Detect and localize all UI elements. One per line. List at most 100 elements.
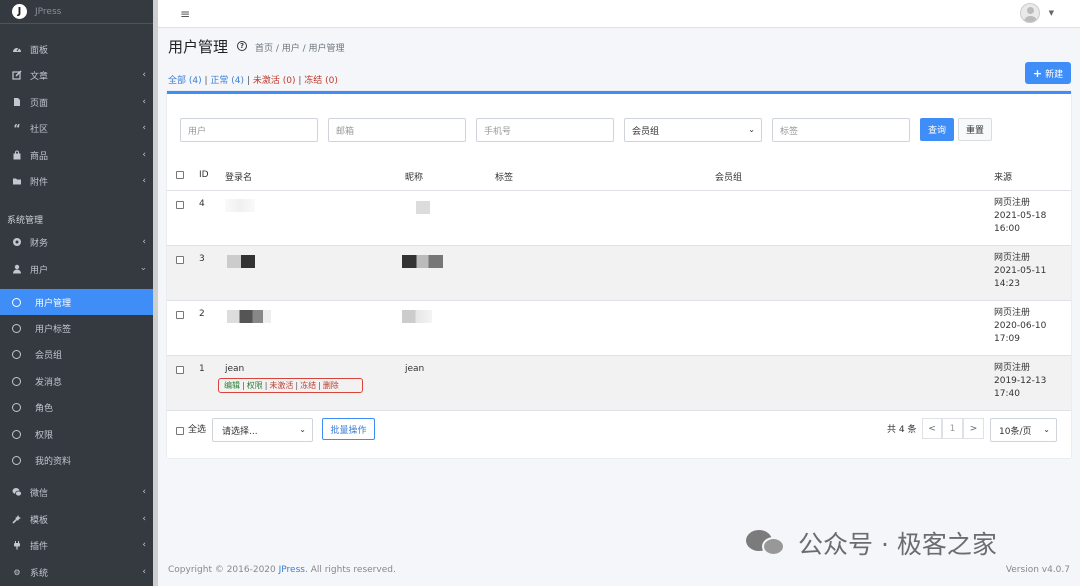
column-header-login: 登录名	[225, 173, 253, 183]
row-id: 1	[199, 364, 205, 374]
current-page-button[interactable]: 1	[942, 418, 963, 439]
circle-icon	[12, 455, 21, 465]
chevron-left-icon: ‹	[142, 567, 146, 577]
member-group-select[interactable]: 会员组 ⌄	[624, 118, 762, 142]
select-all-checkbox-header[interactable]	[176, 171, 184, 179]
page-size-value: 10条/页	[999, 426, 1032, 437]
tag-search-input[interactable]: 标签	[772, 118, 910, 142]
next-page-button[interactable]: >	[963, 418, 984, 439]
page-size-select[interactable]: 10条/页 ⌄	[990, 418, 1057, 442]
filter-inactive[interactable]: 未激活 (0)	[253, 76, 296, 86]
watermark: 公众号 · 极客之家	[746, 525, 997, 561]
sidebar-item-label: 文章	[30, 71, 49, 82]
deactivate-link[interactable]: 未激活	[269, 380, 293, 391]
row-id: 2	[199, 309, 205, 319]
source-time: 17:09	[994, 334, 1020, 344]
row-checkbox[interactable]	[176, 366, 184, 374]
sidebar-item-wechat[interactable]: 微信 ‹	[0, 479, 153, 505]
version-label: Version v4.0.7	[1005, 565, 1070, 575]
edit-link[interactable]: 编辑	[224, 380, 240, 391]
row-checkbox[interactable]	[176, 201, 184, 209]
sidebar-item-finance[interactable]: 财务 ‹	[0, 229, 153, 255]
caret-down-icon[interactable]: ▼	[1049, 9, 1054, 17]
brand-name: JPress	[35, 6, 62, 17]
sidebar-scrollbar[interactable]	[153, 0, 158, 586]
user-table-card: 用户 邮箱 手机号 会员组 ⌄ 标签 查询 重置 ID 登录名 昵称 标签 会员组…	[167, 91, 1071, 458]
row-checkbox[interactable]	[176, 311, 184, 319]
sidebar-subitem-permissions[interactable]: 权限	[0, 421, 153, 447]
filter-normal[interactable]: 正常 (4)	[210, 76, 244, 86]
template-icon	[12, 514, 22, 524]
filter-all[interactable]: 全部 (4)	[168, 76, 202, 86]
bulk-action-button[interactable]: 批量操作	[322, 418, 375, 440]
quote-icon: “	[13, 121, 21, 135]
bulk-action-select[interactable]: 请选择... ⌄	[212, 418, 313, 442]
sidebar-item-label: 插件	[30, 541, 49, 552]
status-filters: 全部 (4) | 正常 (4) | 未激活 (0) | 冻结 (0)	[168, 73, 338, 86]
hamburger-icon[interactable]: ≡	[180, 7, 190, 21]
sidebar-item-dashboard[interactable]: 面板	[0, 36, 153, 62]
user-search-input[interactable]: 用户	[180, 118, 318, 142]
chevron-down-icon: ‹	[139, 267, 150, 271]
table-row: 1 jean jean 编辑 | 权限 | 未激活 | 冻结 | 删除 网页注册…	[167, 355, 1071, 410]
sidebar-item-label: 会员组	[35, 350, 63, 361]
row-source: 网页注册 2019-12-13 17:40	[994, 362, 1046, 401]
permission-link[interactable]: 权限	[247, 380, 263, 391]
row-checkbox[interactable]	[176, 256, 184, 264]
sidebar-item-plugins[interactable]: 插件 ‹	[0, 532, 153, 558]
sidebar-item-label: 权限	[35, 430, 54, 441]
copyright-brand-link[interactable]: JPress	[279, 565, 305, 575]
sidebar-subitem-member-groups[interactable]: 会员组	[0, 341, 153, 367]
filter-frozen[interactable]: 冻结 (0)	[304, 76, 338, 86]
sidebar-item-users[interactable]: 用户 ‹	[0, 256, 153, 282]
prev-page-button[interactable]: <	[922, 418, 942, 439]
row-id: 4	[199, 199, 205, 209]
select-all-checkbox[interactable]	[176, 427, 184, 435]
column-header-group: 会员组	[715, 173, 743, 183]
email-placeholder: 邮箱	[336, 126, 355, 137]
sidebar-subitem-user-management[interactable]: 用户管理	[0, 289, 153, 315]
chevron-left-icon: ‹	[142, 540, 146, 550]
delete-link[interactable]: 删除	[323, 380, 339, 391]
query-button[interactable]: 查询	[920, 118, 954, 141]
sidebar-item-label: 社区	[30, 124, 49, 135]
sidebar-subitem-my-profile[interactable]: 我的资料	[0, 447, 153, 473]
sidebar-item-products[interactable]: 商品 ‹	[0, 142, 153, 168]
total-count: 共 4 条	[887, 425, 917, 435]
sidebar-subitem-roles[interactable]: 角色	[0, 394, 153, 420]
row-id: 3	[199, 254, 205, 264]
avatar-icon[interactable]	[1020, 3, 1040, 23]
sidebar-item-templates[interactable]: 模板 ‹	[0, 506, 153, 532]
reset-button[interactable]: 重置	[958, 118, 992, 141]
action-separator: |	[242, 381, 245, 390]
redacted-login	[227, 255, 255, 268]
freeze-link[interactable]: 冻结	[300, 380, 316, 391]
sidebar-item-label: 面板	[30, 45, 49, 56]
filter-separator: |	[246, 76, 250, 86]
sidebar-item-label: 用户标签	[35, 324, 72, 335]
table-divider	[167, 410, 1071, 411]
copyright-prefix: Copyright © 2016-2020	[168, 565, 279, 575]
circle-icon	[12, 376, 21, 386]
sidebar-item-system[interactable]: ⚙ 系统 ‹	[0, 559, 153, 585]
help-icon[interactable]: ?	[237, 41, 247, 51]
sidebar-subitem-send-message[interactable]: 发消息	[0, 368, 153, 394]
brand[interactable]: J JPress	[0, 0, 153, 24]
copyright: Copyright © 2016-2020 JPress. All rights…	[168, 565, 396, 575]
phone-search-input[interactable]: 手机号	[476, 118, 614, 142]
sidebar-item-pages[interactable]: 页面 ‹	[0, 89, 153, 115]
sidebar-item-community[interactable]: “ 社区 ‹	[0, 115, 153, 141]
source-type: 网页注册	[994, 363, 1031, 373]
sidebar-item-articles[interactable]: 文章 ‹	[0, 62, 153, 88]
source-type: 网页注册	[994, 198, 1031, 208]
circle-icon	[12, 323, 21, 333]
sidebar-subitem-user-tags[interactable]: 用户标签	[0, 315, 153, 341]
wechat-icon	[12, 487, 22, 497]
chevron-left-icon: ‹	[142, 150, 146, 160]
sidebar-item-label: 微信	[30, 488, 49, 499]
copyright-suffix: . All rights reserved.	[304, 565, 396, 575]
chevron-left-icon: ‹	[142, 123, 146, 133]
sidebar-item-attachments[interactable]: 附件 ‹	[0, 168, 153, 194]
new-user-button[interactable]: + 新建	[1025, 62, 1071, 84]
email-search-input[interactable]: 邮箱	[328, 118, 466, 142]
